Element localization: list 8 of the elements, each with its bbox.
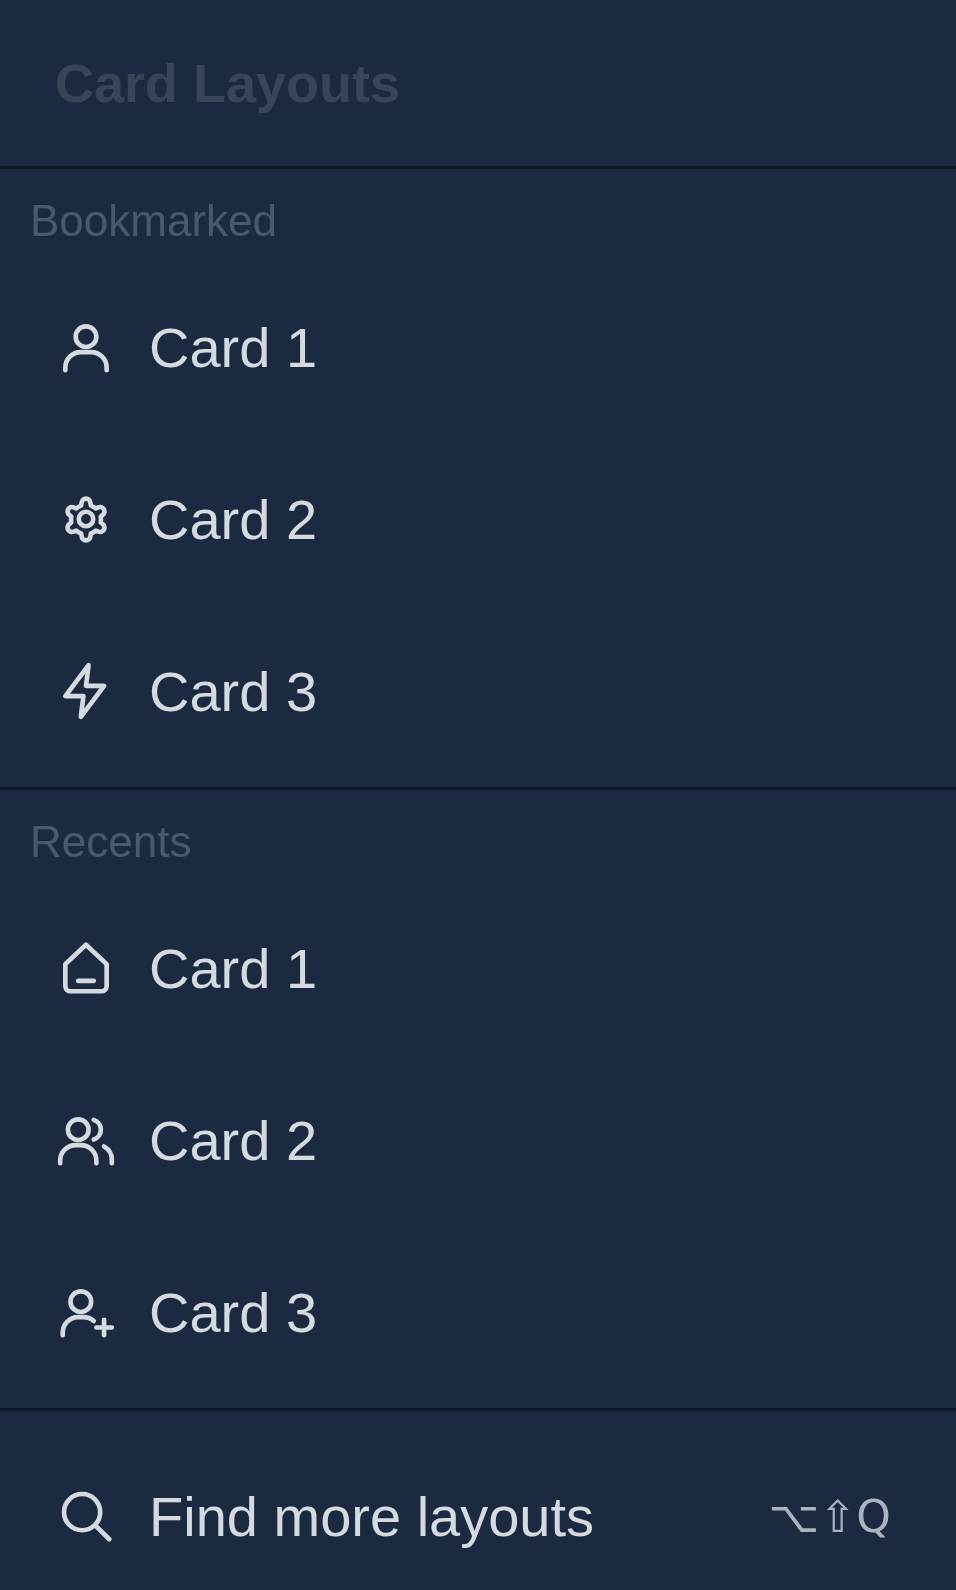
find-layouts-button[interactable]: Find more layouts — [55, 1483, 595, 1549]
card-item[interactable]: Card 3 — [0, 1226, 956, 1398]
card-item[interactable]: Card 2 — [0, 1054, 956, 1226]
keyboard-shortcut: ⌥⇧Q — [768, 1490, 892, 1542]
card-item[interactable]: Card 2 — [0, 433, 956, 605]
card-item[interactable]: Card 1 — [0, 882, 956, 1054]
card-item[interactable]: Card 3 — [0, 605, 956, 777]
card-item[interactable]: Card 1 — [0, 261, 956, 433]
